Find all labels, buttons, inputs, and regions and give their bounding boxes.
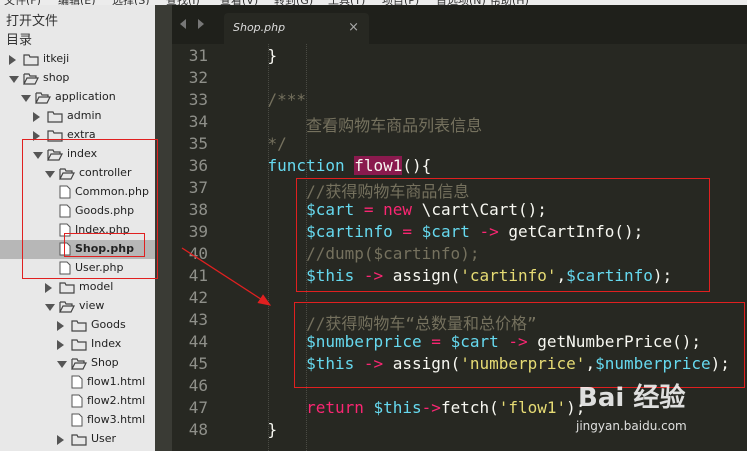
tree-folder[interactable]: itkeji — [0, 50, 155, 69]
tree-folder[interactable]: shop — [0, 69, 155, 88]
watermark-logo: Bai 经验 — [578, 383, 686, 413]
chevron-down-icon[interactable] — [57, 361, 67, 368]
tab-bar: Shop.php × — [172, 5, 747, 44]
code-token: function — [229, 156, 355, 175]
code-token: } — [229, 46, 278, 65]
line-number: 33 — [188, 90, 208, 109]
tree-label: User — [91, 432, 117, 445]
watermark-url: jingyan.baidu.com — [576, 419, 687, 433]
open-files-header: 打开文件 — [6, 14, 59, 29]
line-number: 34 — [188, 112, 208, 131]
code-token: fetch( — [440, 398, 499, 417]
tree-label: shop — [43, 71, 70, 84]
tree-label: flow2.html — [87, 394, 146, 407]
chevron-right-icon[interactable] — [45, 283, 52, 293]
line-number: 48 — [188, 420, 208, 439]
tree-label: model — [79, 280, 114, 293]
tree-label: admin — [67, 109, 102, 122]
tree-label: Shop — [91, 356, 119, 369]
line-number: 41 — [188, 266, 208, 285]
annotation-box-cart-info — [296, 178, 710, 292]
tree-label: flow3.html — [87, 413, 146, 426]
folders-header: 目录 — [6, 33, 33, 48]
code-line: } — [229, 46, 278, 65]
line-number: 32 — [188, 68, 208, 87]
tree-label: view — [79, 299, 105, 312]
code-token: (){ — [402, 156, 432, 175]
tree-file[interactable]: flow1.html — [0, 373, 155, 392]
tree-folder[interactable]: Goods — [0, 316, 155, 335]
tree-folder[interactable]: Index — [0, 335, 155, 354]
tree-folder[interactable]: admin — [0, 107, 155, 126]
line-number: 36 — [188, 156, 208, 175]
close-icon[interactable]: × — [348, 20, 359, 35]
code-token: /*** — [229, 90, 307, 109]
chevron-down-icon[interactable] — [45, 304, 55, 311]
chevron-down-icon[interactable] — [9, 76, 19, 83]
tab-label: Shop.php — [233, 21, 286, 34]
code-line: /*** — [229, 90, 307, 109]
line-number: 31 — [188, 46, 208, 65]
code-token: 查看购物车商品列表信息 — [229, 116, 483, 135]
tree-folder[interactable]: Shop — [0, 354, 155, 373]
line-number: 39 — [188, 222, 208, 241]
code-line: function flow1(){ — [229, 156, 431, 175]
code-token: -> — [421, 398, 441, 417]
annotation-box-index-folder — [22, 139, 158, 279]
tree-folder[interactable]: view — [0, 297, 155, 316]
chevron-right-icon[interactable] — [9, 55, 16, 65]
line-number: 44 — [188, 332, 208, 351]
line-number: 40 — [188, 244, 208, 263]
tab-shop-php[interactable]: Shop.php × — [224, 13, 369, 44]
code-token: flow1 — [354, 156, 403, 175]
watermark: Bai 经验 jingyan.baidu.com — [570, 375, 747, 451]
code-line: } — [229, 420, 278, 439]
code-token: $this — [373, 398, 422, 417]
annotation-box-shop-file — [64, 233, 145, 257]
tab-nav-left-icon[interactable] — [180, 19, 186, 29]
line-number: 45 — [188, 354, 208, 373]
code-token: */ — [229, 134, 287, 153]
tree-label: Goods — [91, 318, 126, 331]
tree-file[interactable]: flow2.html — [0, 392, 155, 411]
tree-label: flow1.html — [87, 375, 146, 388]
code-token: } — [229, 420, 278, 439]
chevron-right-icon[interactable] — [57, 321, 64, 331]
tree-label: Index — [91, 337, 122, 350]
chevron-right-icon[interactable] — [33, 112, 40, 122]
line-number: 37 — [188, 178, 208, 197]
code-line: 查看购物车商品列表信息 — [229, 112, 482, 136]
chevron-right-icon[interactable] — [57, 340, 64, 350]
line-number: 35 — [188, 134, 208, 153]
line-number: 42 — [188, 288, 208, 307]
chevron-down-icon[interactable] — [21, 95, 31, 102]
code-line: */ — [229, 134, 287, 153]
line-number: 46 — [188, 376, 208, 395]
tree-label: application — [55, 90, 116, 103]
tree-folder[interactable]: model — [0, 278, 155, 297]
chevron-right-icon[interactable] — [57, 435, 64, 445]
tree-folder[interactable]: User — [0, 430, 155, 449]
line-number: 43 — [188, 310, 208, 329]
tree-folder[interactable]: application — [0, 88, 155, 107]
code-token: 'flow1' — [498, 398, 567, 417]
code-token: return — [229, 398, 374, 417]
tree-file[interactable]: flow3.html — [0, 411, 155, 430]
tree-label: itkeji — [43, 52, 70, 65]
code-line: return $this->fetch('flow1'); — [229, 398, 585, 417]
line-number: 47 — [188, 398, 208, 417]
tab-nav-right-icon[interactable] — [198, 19, 204, 29]
line-number: 38 — [188, 200, 208, 219]
